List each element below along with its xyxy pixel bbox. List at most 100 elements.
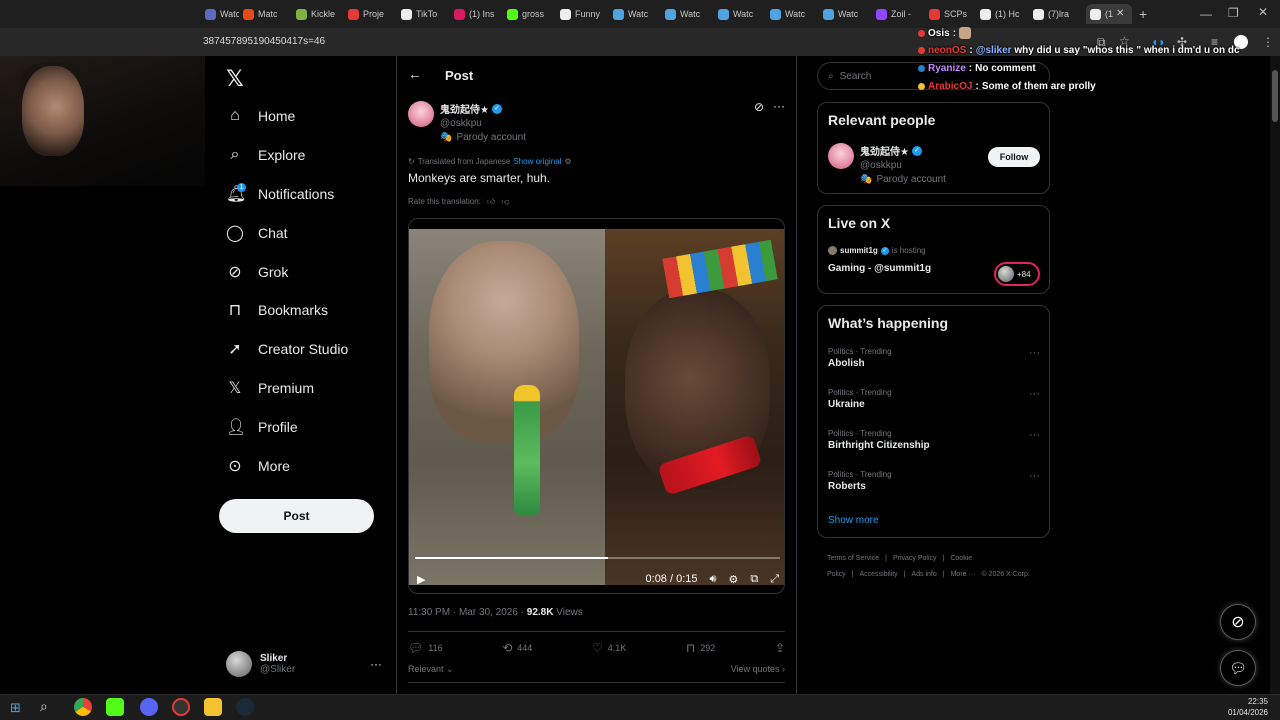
post-more-icon[interactable]: ··· [773, 99, 785, 113]
close-window-icon[interactable]: ✕ [1258, 5, 1268, 19]
share-button[interactable]: ⇪ [775, 640, 785, 656]
author-handle[interactable]: @oskkpu [440, 118, 526, 129]
sidebar-item-explore[interactable]: ⌕ Explore [226, 140, 306, 170]
sidebar-item-creator-studio[interactable]: ➚ Creator Studio [226, 334, 348, 364]
browser-tab[interactable]: Watc [770, 4, 816, 24]
post-button[interactable]: Post [219, 499, 374, 533]
play-icon[interactable]: ▶ [417, 573, 425, 586]
follow-button[interactable]: Follow [988, 147, 1040, 167]
footer-link[interactable]: Privacy Policy [893, 555, 937, 562]
close-tab-icon[interactable]: ✕ [1116, 8, 1124, 19]
obs-icon[interactable] [172, 698, 190, 716]
account-switcher[interactable]: Sliker @Sliker [226, 648, 386, 680]
footer-link[interactable]: © 2026 X Corp. [981, 571, 1029, 578]
footer-link[interactable]: More ··· [951, 571, 976, 578]
trend-more-icon[interactable]: ··· [1029, 388, 1040, 400]
browser-tab[interactable]: (7)lra [1033, 4, 1079, 24]
thumbs-up-icon[interactable]: 👍︎ [487, 197, 495, 207]
reply-button[interactable]: 💬︎ 116 [408, 640, 443, 656]
video-progress-bar[interactable] [415, 557, 780, 559]
browser-tab[interactable]: Watc [718, 4, 764, 24]
maximize-icon[interactable]: ❐ [1228, 6, 1239, 20]
url-text[interactable]: 387457895190450417s=46 [203, 36, 325, 47]
author-name[interactable]: 鬼劲起侍★ [440, 101, 489, 116]
sidebar-item-home[interactable]: ⌂ Home [226, 101, 295, 131]
sidebar-item-grok[interactable]: ⊘ Grok [226, 257, 288, 287]
thumbs-down-icon[interactable]: 👎︎ [501, 197, 509, 207]
like-button[interactable]: ♡ 4.1K [592, 640, 626, 656]
trend-item[interactable]: Politics · Trending Ukraine ··· [828, 388, 1040, 410]
browser-tab[interactable]: TikTo [401, 4, 447, 24]
grok-post-icon[interactable]: ⊘ [754, 100, 764, 114]
file-explorer-icon[interactable] [204, 698, 222, 716]
footer-link[interactable]: Terms of Service [827, 555, 879, 562]
verified-icon: ✓ [880, 246, 889, 255]
tab-favicon-icon [560, 8, 571, 20]
trend-item[interactable]: Politics · Trending Abolish ··· [828, 347, 1040, 369]
sort-dropdown[interactable]: Relevant ⌄ [408, 664, 454, 675]
browser-tab[interactable]: Watc [665, 4, 711, 24]
browser-tab[interactable]: (1) Hc [980, 4, 1026, 24]
volume-icon[interactable]: 🔊︎ [710, 573, 717, 586]
person-name[interactable]: 鬼劲起侍★ [860, 143, 909, 158]
browser-tab[interactable]: Matc [243, 4, 289, 24]
page-title: Post [445, 68, 474, 83]
live-stream-title: Gaming - @summit1g [828, 263, 932, 274]
sidebar-item-premium[interactable]: 𝕏 Premium [226, 373, 314, 403]
settings-icon[interactable]: ⚙ [728, 573, 738, 586]
trend-more-icon[interactable]: ··· [1029, 429, 1040, 441]
bookmark-button[interactable]: ⊓ 292 [686, 640, 715, 656]
show-original-link[interactable]: Show original [513, 157, 561, 166]
browser-tab[interactable]: (1) Ins [454, 4, 500, 24]
footer-link[interactable]: Accessibility [860, 571, 898, 578]
discord-icon[interactable] [140, 698, 158, 716]
page-scrollbar[interactable] [1270, 56, 1280, 694]
x-logo[interactable]: 𝕏 [226, 66, 244, 92]
live-card[interactable]: Live on X summit1g ✓ is hosting Gaming -… [817, 205, 1050, 294]
person-avatar[interactable] [828, 143, 854, 169]
browser-tab[interactable]: (1 [1086, 4, 1132, 24]
sidebar-item-profile[interactable]: 👤︎ Profile [226, 412, 298, 442]
author-avatar[interactable] [408, 101, 434, 127]
trend-item[interactable]: Politics · Trending Birthright Citizenshi… [828, 429, 1040, 451]
browser-tab[interactable]: gross [507, 4, 553, 24]
trend-more-icon[interactable]: ··· [1029, 470, 1040, 482]
view-quotes-link[interactable]: View quotes › [731, 664, 785, 675]
windows-start-icon[interactable]: ⊞ [10, 700, 21, 716]
browser-tab[interactable]: Zoil - [876, 4, 922, 24]
settings-small-icon[interactable]: ⚙ [564, 157, 571, 166]
browser-tab[interactable]: Watc [823, 4, 869, 24]
tab-favicon-icon [454, 8, 465, 20]
trend-item[interactable]: Politics · Trending Roberts ··· [828, 470, 1040, 492]
browser-tab[interactable]: SCPs [929, 4, 973, 24]
taskbar-search-icon[interactable]: ⌕ [40, 698, 48, 715]
messages-fab[interactable]: 💬︎ [1220, 650, 1256, 686]
minimize-icon[interactable]: — [1200, 7, 1212, 21]
browser-tab[interactable]: Funny [560, 4, 606, 24]
new-tab-button[interactable]: + [1139, 6, 1147, 22]
steam-icon[interactable] [236, 698, 254, 716]
show-more-link[interactable]: Show more [828, 515, 879, 526]
scrollbar-thumb[interactable] [1272, 70, 1278, 122]
video-player[interactable]: ▶ 0:08 / 0:15 🔊︎ ⚙ ⧉ ⤢ [408, 218, 785, 594]
sidebar-item-more[interactable]: ⊙ More [226, 451, 290, 481]
sidebar-item-chat[interactable]: ◯ Chat [226, 218, 288, 248]
browser-menu-icon[interactable]: ⋮ [1262, 35, 1274, 49]
taskbar-clock[interactable]: 22:35 01/04/2026 [1228, 696, 1268, 718]
chrome-icon[interactable] [74, 698, 92, 716]
pip-icon[interactable]: ⧉ [750, 573, 758, 586]
browser-tab[interactable]: Watc [205, 4, 239, 24]
kick-icon[interactable] [106, 698, 124, 716]
repost-button[interactable]: ⟲ 444 [502, 640, 532, 656]
grok-fab[interactable]: ⊘ [1220, 604, 1256, 640]
browser-tab[interactable]: Kickle [296, 4, 342, 24]
trend-more-icon[interactable]: ··· [1029, 347, 1040, 359]
footer-link[interactable]: Ads info [911, 571, 936, 578]
live-listeners[interactable]: +84 [994, 262, 1040, 286]
fullscreen-icon[interactable]: ⤢ [770, 573, 779, 586]
back-arrow-icon[interactable]: ← [408, 66, 422, 82]
sidebar-item-bookmarks[interactable]: ⊓ Bookmarks [226, 295, 328, 325]
browser-tab[interactable]: Watc [613, 4, 659, 24]
browser-tab[interactable]: Proje [348, 4, 394, 24]
account-more-icon[interactable]: ··· [370, 657, 382, 671]
